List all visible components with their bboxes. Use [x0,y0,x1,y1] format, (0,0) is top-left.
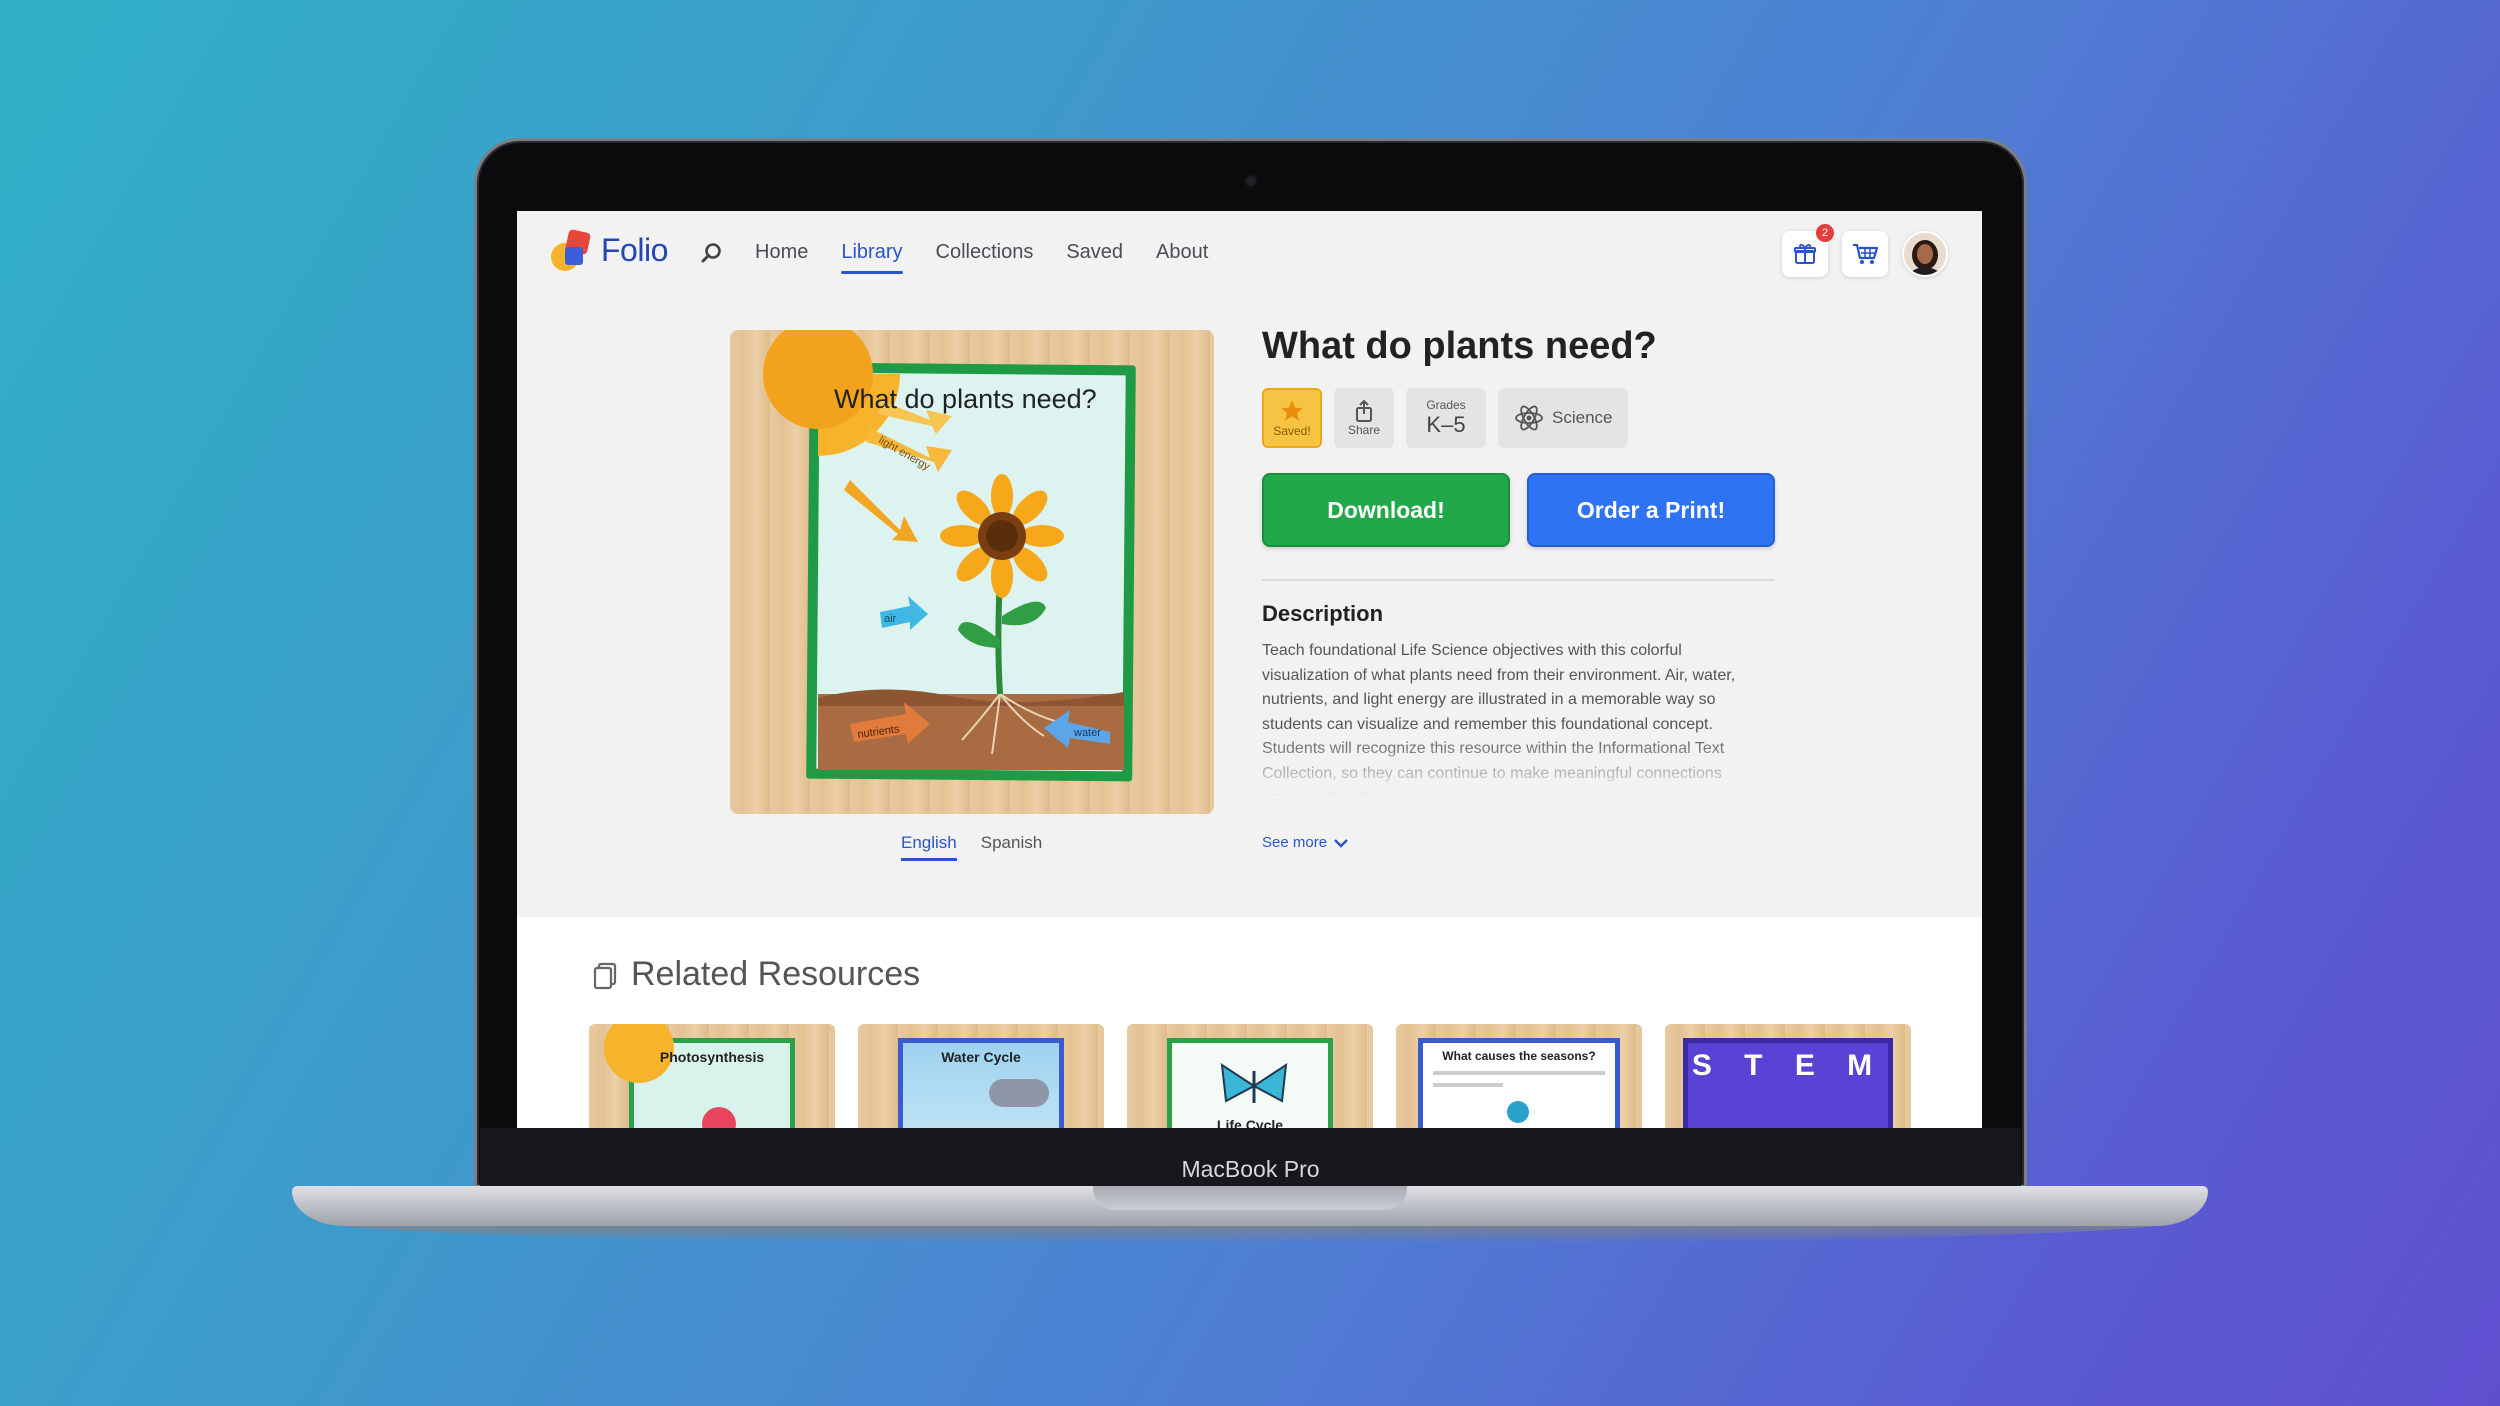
tab-english[interactable]: English [901,833,957,861]
poster-title: What do plants need? [834,384,1097,414]
download-button[interactable]: Download! [1262,473,1510,547]
see-more-label: See more [1262,834,1328,851]
language-tabs: English Spanish [901,833,1042,861]
related-resources: Related Resources Photosynthesis Water C… [517,917,1982,1128]
saved-button[interactable]: Saved! [1262,388,1322,448]
atom-icon [1515,405,1543,431]
grades-chip: Grades K–5 [1406,388,1486,448]
related-card-seasons[interactable]: What causes the seasons? [1396,1024,1642,1128]
logo-text: Folio [601,231,668,268]
collection-icon [593,962,617,989]
nav-library[interactable]: Library [841,241,903,274]
app-screen: Folio Home Library Collections Saved Abo… [517,211,1982,1128]
related-heading-text: Related Resources [631,955,921,993]
related-card-title: Photosynthesis [659,1049,765,1065]
gift-icon [1794,244,1816,264]
nav-about[interactable]: About [1156,241,1208,274]
see-more-link[interactable]: See more [1262,834,1349,851]
share-label: Share [1347,423,1381,437]
order-print-button[interactable]: Order a Print! [1527,473,1775,547]
description-heading: Description [1262,601,1384,626]
related-card-title: S T E M [1691,1049,1885,1082]
description-text: Teach foundational Life Science objectiv… [1262,642,1736,797]
related-card-title: What causes the seasons? [1442,1049,1596,1063]
search-icon[interactable] [700,241,724,265]
resource-chips: Saved! Share Grades K–5 Science [1262,388,1629,448]
laptop-notch [1093,1186,1407,1210]
saved-label: Saved! [1273,424,1311,438]
user-avatar[interactable] [1902,231,1948,277]
cart-icon [1853,243,1879,264]
top-nav: Folio Home Library Collections Saved Abo… [517,211,1982,301]
subject-label: Science [1552,408,1613,427]
related-cards: Photosynthesis Water Cycle Life Cycle Wh… [589,1024,1911,1128]
share-button[interactable]: Share [1334,388,1394,448]
nav-home[interactable]: Home [755,241,808,274]
share-icon [1356,399,1372,422]
related-card-title: Water Cycle [941,1049,1021,1065]
chevron-down-icon [1334,838,1348,848]
star-icon [1281,400,1303,421]
logo[interactable]: Folio [551,228,668,271]
page-title: What do plants need? [1262,325,1657,367]
grades-label: Grades [1426,398,1466,412]
resource-preview-image: What do plants need? light energy air nu… [730,330,1214,814]
gift-button[interactable]: 2 [1782,224,1834,277]
camera-icon [1246,176,1256,186]
related-card-stem[interactable]: S T E M [1665,1024,1911,1128]
logo-mark-icon [551,228,593,271]
related-card-photosynthesis[interactable]: Photosynthesis [589,1024,835,1128]
subject-chip[interactable]: Science [1498,388,1629,448]
related-heading: Related Resources [591,955,920,994]
grades-value: K–5 [1426,412,1466,437]
nav-saved[interactable]: Saved [1066,241,1123,274]
related-card-life-cycle[interactable]: Life Cycle [1127,1024,1373,1128]
poster-label-air: air [884,613,897,625]
cart-button[interactable] [1842,231,1888,277]
related-card-title: Life Cycle [1216,1117,1284,1128]
nav-collections[interactable]: Collections [936,241,1034,274]
poster-label-water: water [1073,727,1101,739]
divider [1262,579,1775,581]
nav-links: Home Library Collections Saved About [755,241,1241,274]
related-card-water-cycle[interactable]: Water Cycle [858,1024,1104,1128]
device-label: MacBook Pro [1181,1156,1320,1182]
tab-spanish[interactable]: Spanish [981,833,1042,861]
nav-icons: 2 [1782,224,1948,277]
gift-badge: 2 [1816,224,1834,242]
